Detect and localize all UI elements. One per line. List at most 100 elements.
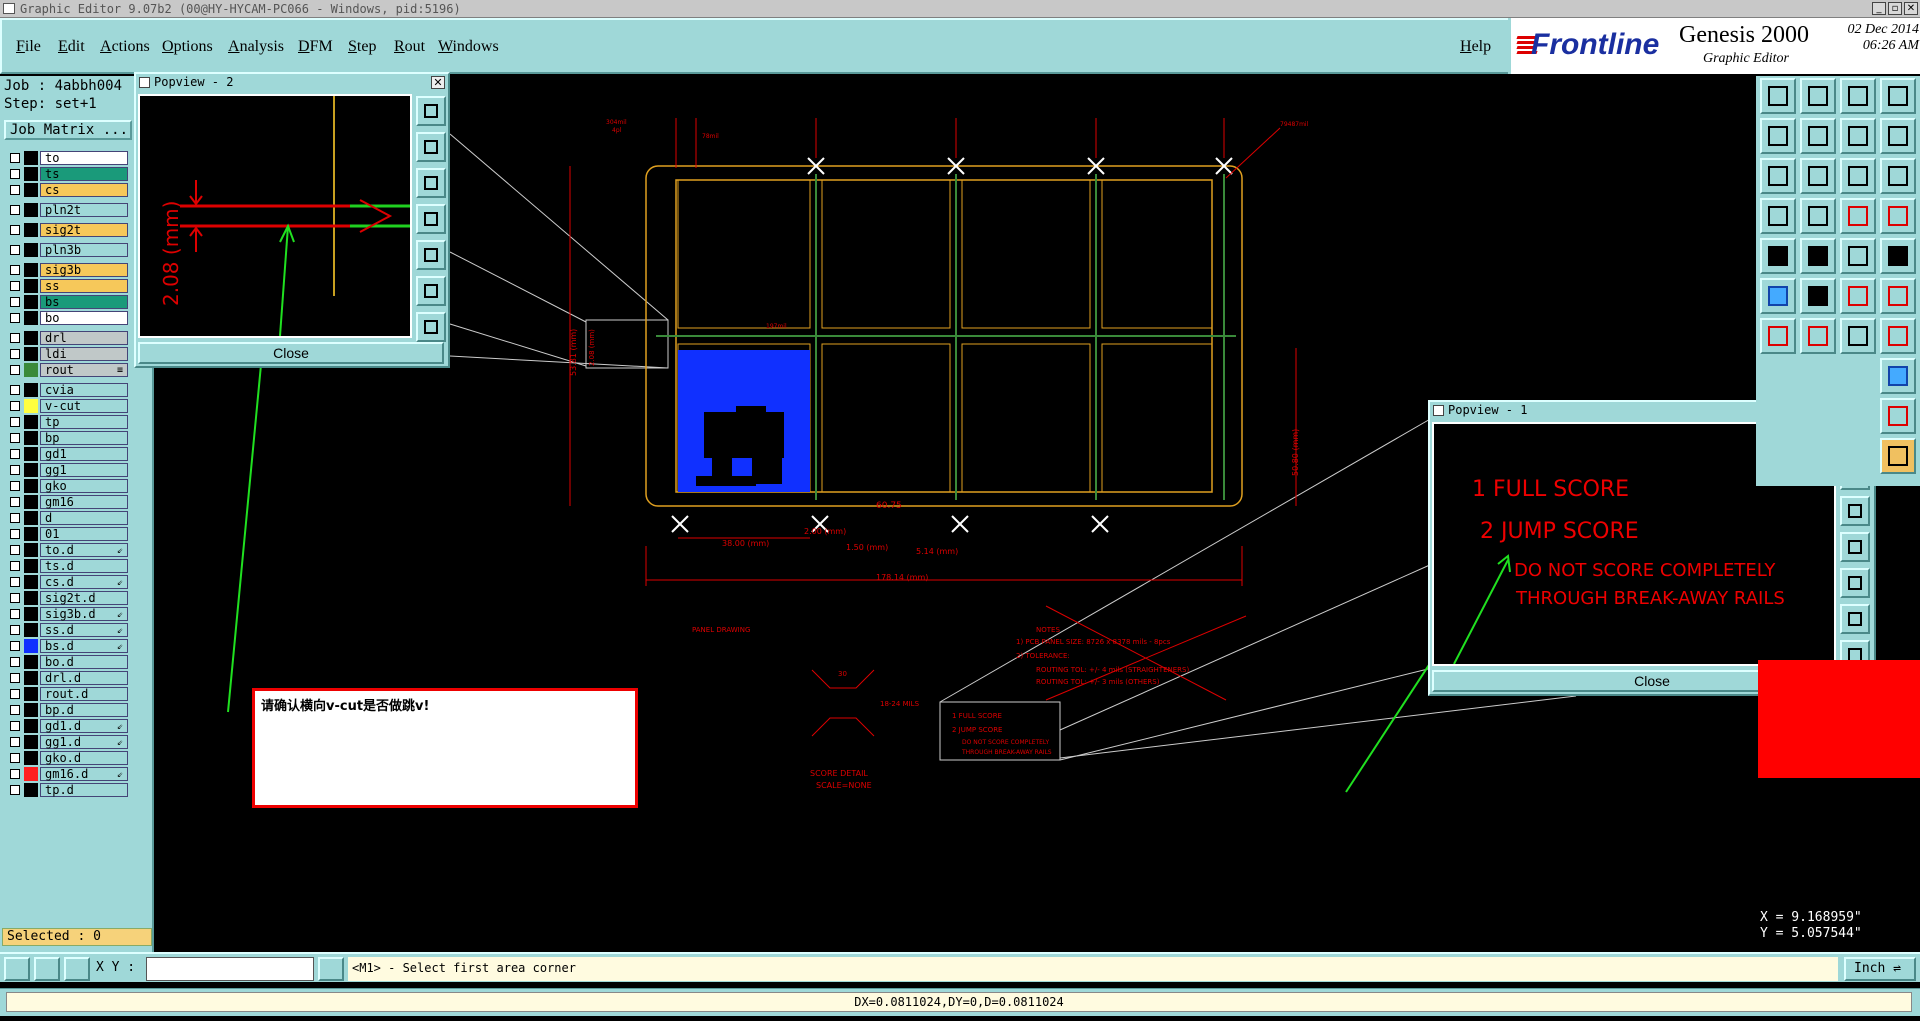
layer-checkbox[interactable] xyxy=(10,433,20,443)
menu-edit[interactable]: Edit xyxy=(58,38,85,56)
layer-row[interactable]: gd1 xyxy=(4,446,128,462)
layer-color-swatch[interactable] xyxy=(24,607,38,621)
tool-button-20[interactable] xyxy=(1760,278,1796,314)
layer-row[interactable]: bo.d xyxy=(4,654,128,670)
layer-name[interactable]: rout.d xyxy=(40,687,128,701)
tool-button-14[interactable] xyxy=(1840,198,1876,234)
layer-checkbox[interactable] xyxy=(10,185,20,195)
restore-button[interactable]: ▫ xyxy=(1888,2,1902,15)
layer-checkbox[interactable] xyxy=(10,265,20,275)
close-window-button[interactable]: ✕ xyxy=(1904,2,1918,15)
layer-checkbox[interactable] xyxy=(10,577,20,587)
layer-name[interactable]: sig3b xyxy=(40,263,128,277)
layer-checkbox[interactable] xyxy=(10,385,20,395)
layer-checkbox[interactable] xyxy=(10,297,20,307)
layer-color-swatch[interactable] xyxy=(24,575,38,589)
tool-button-21[interactable] xyxy=(1800,278,1836,314)
menu-help[interactable]: Help xyxy=(1460,38,1491,56)
layer-name[interactable]: drl xyxy=(40,331,128,345)
layer-color-swatch[interactable] xyxy=(24,383,38,397)
layer-checkbox[interactable] xyxy=(10,561,20,571)
layer-color-swatch[interactable] xyxy=(24,363,38,377)
layer-name[interactable]: tp.d xyxy=(40,783,128,797)
minimize-button[interactable]: _ xyxy=(1872,2,1886,15)
layer-row[interactable]: tp xyxy=(4,414,128,430)
layer-color-swatch[interactable] xyxy=(24,415,38,429)
layer-checkbox[interactable] xyxy=(10,673,20,683)
layer-name[interactable]: gm16 xyxy=(40,495,128,509)
layer-name[interactable]: ts.d xyxy=(40,559,128,573)
tool-button-15[interactable] xyxy=(1880,198,1916,234)
layer-checkbox[interactable] xyxy=(10,593,20,603)
layer-name[interactable]: pln3b xyxy=(40,243,128,257)
popview-1-pan-right-button[interactable] xyxy=(1840,568,1870,598)
layer-color-swatch[interactable] xyxy=(24,347,38,361)
layer-row[interactable]: ss xyxy=(4,278,128,294)
layer-row[interactable]: ss.d ⇙ xyxy=(4,622,128,638)
tool-button-24[interactable] xyxy=(1760,318,1796,354)
layer-row[interactable]: bs xyxy=(4,294,128,310)
layer-color-swatch[interactable] xyxy=(24,655,38,669)
layer-name[interactable]: to.d ⇙ xyxy=(40,543,128,557)
layer-checkbox[interactable] xyxy=(10,225,20,235)
layer-row[interactable]: ts xyxy=(4,166,128,182)
layer-name[interactable]: drl.d xyxy=(40,671,128,685)
layer-row[interactable]: gm16 xyxy=(4,494,128,510)
layer-name[interactable]: cs xyxy=(40,183,128,197)
popview-2-pan-right-button[interactable] xyxy=(416,240,446,270)
popview-2-fit-button[interactable] xyxy=(416,276,446,306)
layer-name[interactable]: bp xyxy=(40,431,128,445)
snap-icon[interactable] xyxy=(4,957,30,981)
layer-name[interactable]: v-cut xyxy=(40,399,128,413)
alert-icon[interactable] xyxy=(318,957,344,981)
layer-color-swatch[interactable] xyxy=(24,295,38,309)
menu-analysis[interactable]: Analysis xyxy=(228,38,284,56)
layer-color-swatch[interactable] xyxy=(24,223,38,237)
layer-name[interactable]: gko xyxy=(40,479,128,493)
layer-row[interactable]: sig2t xyxy=(4,222,128,238)
tool-button-35[interactable] xyxy=(1880,398,1916,434)
layer-color-swatch[interactable] xyxy=(24,527,38,541)
layer-row[interactable]: sig3b.d ⇙ xyxy=(4,606,128,622)
layer-row[interactable]: bs.d ⇙ xyxy=(4,638,128,654)
layer-color-swatch[interactable] xyxy=(24,495,38,509)
layer-name[interactable]: ss xyxy=(40,279,128,293)
tool-button-4[interactable] xyxy=(1760,118,1796,154)
layer-row[interactable]: sig2t.d xyxy=(4,590,128,606)
popview-1-pan-left-button[interactable] xyxy=(1840,532,1870,562)
layer-row[interactable]: gko.d xyxy=(4,750,128,766)
xy-input[interactable] xyxy=(146,957,314,981)
layer-row[interactable]: gm16.d ⇙ xyxy=(4,766,128,782)
popview-2-center-button[interactable] xyxy=(416,312,446,342)
layer-checkbox[interactable] xyxy=(10,365,20,375)
menu-windows[interactable]: Windows xyxy=(438,38,499,56)
job-matrix-button[interactable]: Job Matrix ... xyxy=(4,120,132,140)
layer-name[interactable]: bs xyxy=(40,295,128,309)
layer-checkbox[interactable] xyxy=(10,449,20,459)
tool-button-0[interactable] xyxy=(1760,78,1796,114)
layer-color-swatch[interactable] xyxy=(24,183,38,197)
popview-1-zoom-out-button[interactable] xyxy=(1840,496,1870,526)
layer-color-swatch[interactable] xyxy=(24,623,38,637)
layer-row[interactable]: pln3b xyxy=(4,242,128,258)
layer-name[interactable]: to xyxy=(40,151,128,165)
layer-color-swatch[interactable] xyxy=(24,167,38,181)
layer-checkbox[interactable] xyxy=(10,545,20,555)
tool-button-31[interactable] xyxy=(1880,358,1916,394)
layer-row[interactable]: cvia xyxy=(4,382,128,398)
grid-icon[interactable] xyxy=(64,957,90,981)
layer-name[interactable]: cs.d ⇙ xyxy=(40,575,128,589)
layer-name[interactable]: gg1.d ⇙ xyxy=(40,735,128,749)
tool-button-8[interactable] xyxy=(1760,158,1796,194)
popview-2-zoom-out-button[interactable] xyxy=(416,168,446,198)
tool-button-11[interactable] xyxy=(1880,158,1916,194)
layer-row[interactable]: bp xyxy=(4,430,128,446)
tool-button-19[interactable] xyxy=(1880,238,1916,274)
layer-checkbox[interactable] xyxy=(10,625,20,635)
layer-name[interactable]: gm16.d ⇙ xyxy=(40,767,128,781)
layer-row[interactable]: ldi xyxy=(4,346,128,362)
layer-row[interactable]: drl.d xyxy=(4,670,128,686)
layer-checkbox[interactable] xyxy=(10,737,20,747)
layer-row[interactable]: ts.d xyxy=(4,558,128,574)
layer-color-swatch[interactable] xyxy=(24,559,38,573)
